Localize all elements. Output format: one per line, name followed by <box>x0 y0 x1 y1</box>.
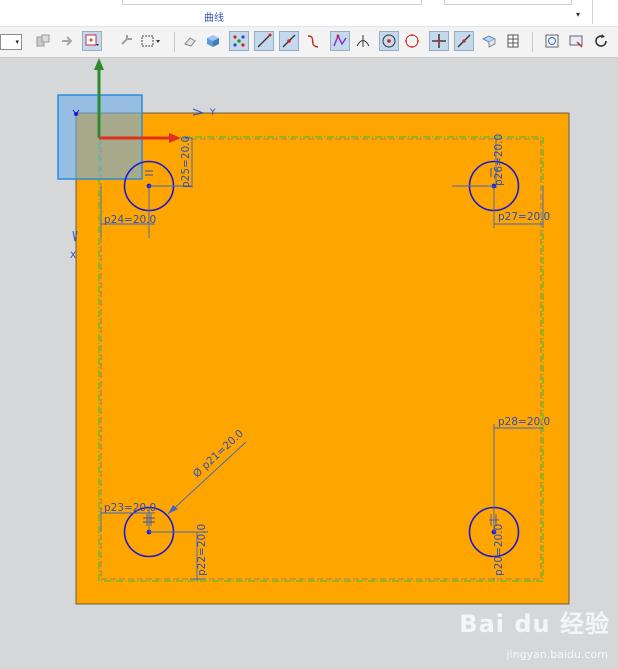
point-on-curve-button[interactable] <box>279 31 299 51</box>
midpoint-button[interactable] <box>454 31 474 51</box>
table-button[interactable] <box>503 31 523 51</box>
ribbon-divider <box>592 0 593 24</box>
tangent-button[interactable] <box>353 31 373 51</box>
view-orient-button[interactable] <box>479 31 499 51</box>
toolbar-divider <box>532 32 533 52</box>
intersection-icon <box>432 34 446 48</box>
dimension-p28[interactable]: p28=20.0 <box>498 416 550 428</box>
link-button[interactable] <box>117 31 137 51</box>
watermark-logo: Bai du 经验 <box>459 610 610 638</box>
dimension-p26[interactable]: p26=20.0 <box>493 134 505 186</box>
solid-cube-icon <box>207 35 219 47</box>
circle-quadrant-icon <box>405 34 419 48</box>
snap-point-button[interactable] <box>82 31 102 51</box>
snap-grid-icon <box>233 35 245 47</box>
fit-view-button[interactable] <box>542 31 562 51</box>
table-icon <box>507 34 519 48</box>
dimension-p27[interactable]: p27=20.0 <box>498 211 550 223</box>
eraser-button[interactable] <box>180 31 200 51</box>
circle-quadrant-button[interactable] <box>402 31 422 51</box>
snap-grid-button[interactable] <box>229 31 249 51</box>
selection-toolbar: ▾ <box>0 27 618 58</box>
screenshot-icon <box>569 35 583 48</box>
sketch-view[interactable]: Y X p25=20.0 p24=20.0 p26=20.0 p27=20.0 … <box>0 58 618 669</box>
refresh-icon <box>595 34 607 47</box>
ribbon-group-bar: 曲线 ▾ <box>0 0 618 27</box>
circle-center-button[interactable] <box>379 31 399 51</box>
dimension-p22[interactable]: p22=20.0 <box>196 524 208 576</box>
snap-point-icon <box>85 34 99 46</box>
vertical-axis-label: X <box>70 251 76 261</box>
spline-icon <box>307 35 319 48</box>
link-icon <box>121 35 132 45</box>
move-icon <box>62 36 73 46</box>
ribbon-more-chevron-down-icon[interactable]: ▾ <box>576 10 580 19</box>
chevron-down-icon: ▾ <box>15 38 19 46</box>
view-icon <box>481 35 497 48</box>
sketch-curve-button[interactable] <box>330 31 350 51</box>
dimension-p25[interactable]: p25=20.0 <box>180 136 192 188</box>
point-on-curve-icon <box>282 34 296 48</box>
selection-filter-dropdown[interactable]: ▾ <box>0 34 22 50</box>
sketch-curve-icon <box>333 34 347 47</box>
dimension-p24[interactable]: p24=20.0 <box>104 214 156 226</box>
fit-view-icon <box>545 34 559 48</box>
select-box-button[interactable] <box>140 31 160 51</box>
refresh-button[interactable] <box>591 31 611 51</box>
toolbar-divider <box>174 32 175 52</box>
move-button[interactable] <box>58 31 78 51</box>
assembly-button[interactable] <box>33 31 53 51</box>
dimension-p23[interactable]: p23=20.0 <box>104 502 156 514</box>
ribbon-group-label-curve: 曲线 <box>204 13 224 24</box>
eraser-icon <box>184 37 196 47</box>
line-icon <box>257 33 272 48</box>
assembly-icon <box>36 34 50 47</box>
horizontal-axis-label: Y <box>209 108 216 118</box>
spline-button[interactable] <box>303 31 323 51</box>
tangent-icon <box>356 35 370 47</box>
midpoint-icon <box>457 34 471 48</box>
intersection-button[interactable] <box>429 31 449 51</box>
select-box-icon <box>141 35 160 47</box>
y-axis-arrowhead <box>94 58 104 70</box>
dimension-p20[interactable]: p20=20.0 <box>493 524 505 576</box>
ribbon-gallery-left[interactable] <box>122 0 422 5</box>
watermark-url: jingyan.baidu.com <box>506 648 608 661</box>
graphics-window[interactable]: Y X p25=20.0 p24=20.0 p26=20.0 p27=20.0 … <box>0 58 618 669</box>
line-snap-button[interactable] <box>254 31 274 51</box>
ribbon-gallery-right[interactable] <box>444 0 572 5</box>
screenshot-button[interactable] <box>566 31 586 51</box>
circle-center-icon <box>382 34 396 48</box>
solid-body-button[interactable] <box>203 31 223 51</box>
